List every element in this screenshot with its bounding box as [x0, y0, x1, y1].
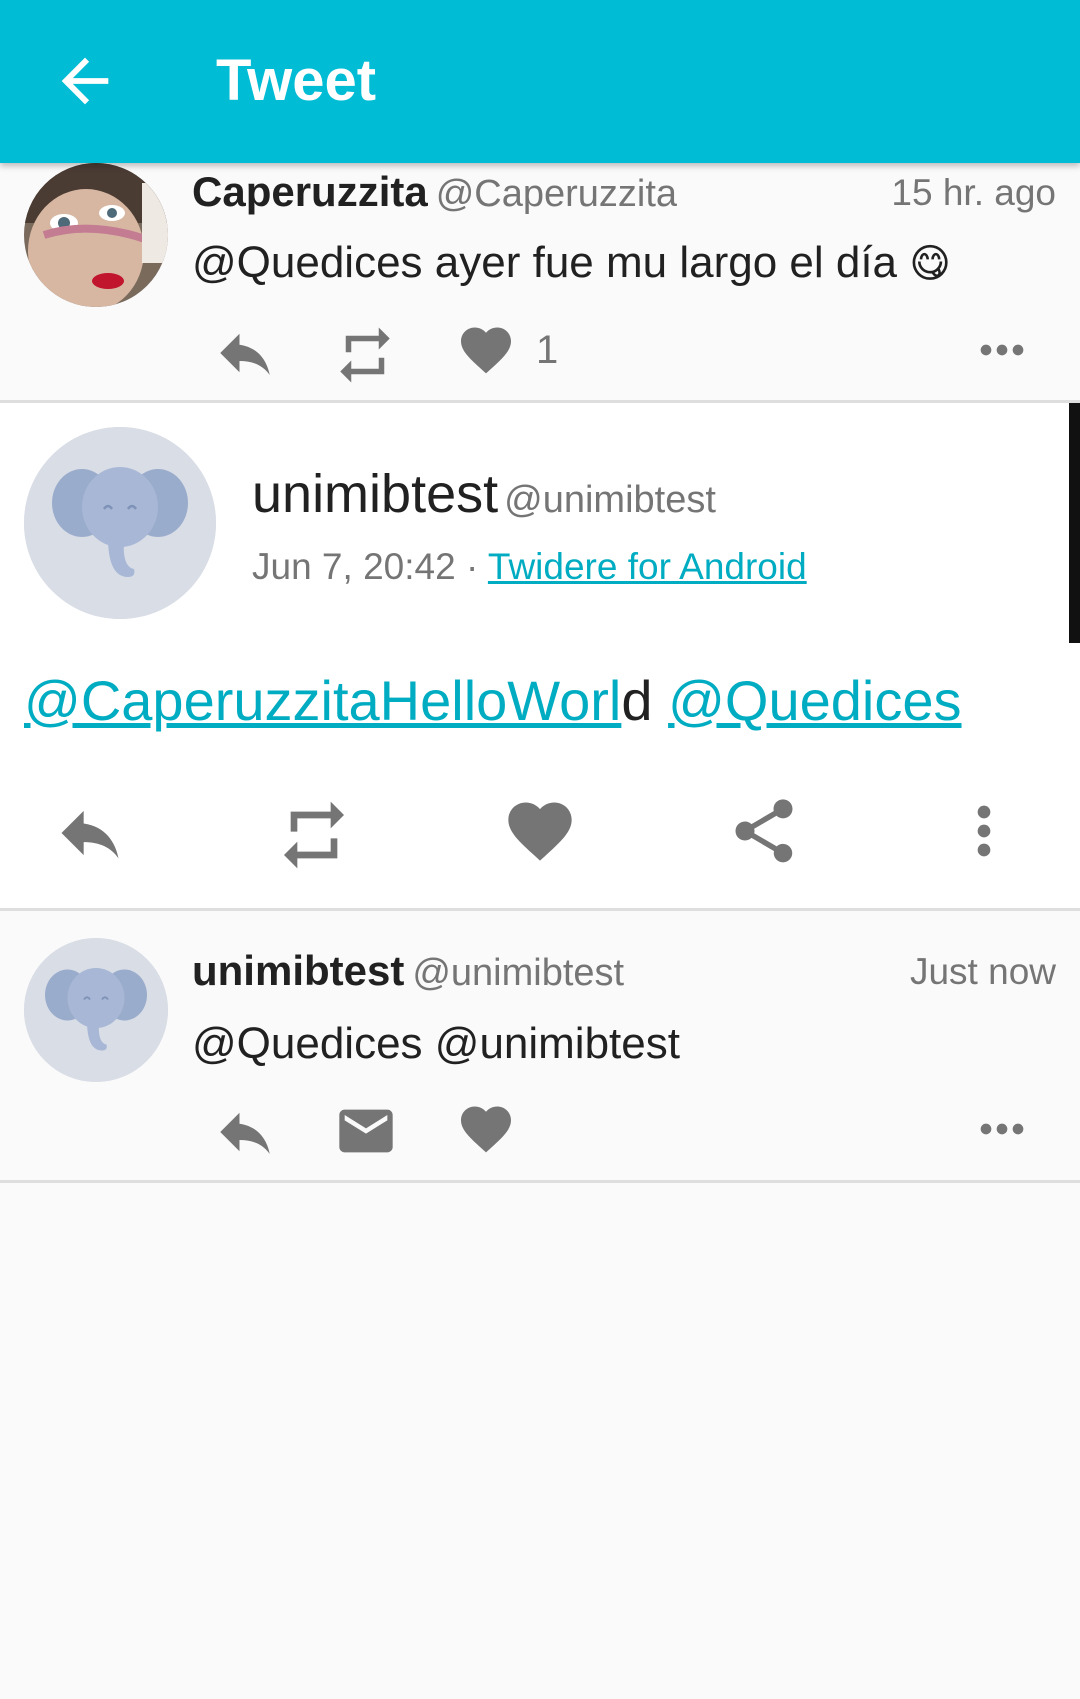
author-display-name: Caperuzzita: [192, 168, 428, 215]
mail-icon: [339, 1109, 393, 1153]
detail-retweet-button[interactable]: [274, 795, 354, 875]
back-button[interactable]: [50, 46, 120, 116]
like-button[interactable]: [456, 1099, 516, 1159]
tweet-row-reply[interactable]: unimibtest @unimibtest Just now @Quedices…: [0, 911, 1080, 1183]
reply-button[interactable]: [212, 1099, 278, 1165]
like-count: 1: [536, 327, 559, 372]
tweet-row-parent[interactable]: Caperuzzita @Caperuzzita 15 hr. ago @Qued…: [0, 150, 1080, 403]
heart-icon: [461, 327, 511, 374]
tweet-detail: unimibtest @unimibtest Jun 7, 20:42 · Twi…: [0, 403, 1080, 911]
avatar-large[interactable]: [24, 427, 216, 619]
tweet-date: Jun 7, 20:42: [252, 546, 456, 587]
author-handle: @Caperuzzita: [435, 173, 678, 215]
more-options-button[interactable]: [970, 1097, 1034, 1161]
more-horiz-icon: [980, 344, 1024, 356]
direct-message-button[interactable]: [334, 1099, 398, 1163]
avatar[interactable]: [24, 938, 168, 1082]
author-name[interactable]: unimibtest @unimibtest: [192, 947, 624, 995]
heart-icon: [508, 802, 572, 861]
detail-more-button[interactable]: [946, 793, 1022, 869]
author-display-name: unimibtest: [192, 947, 405, 994]
source-link[interactable]: Twidere for Android: [488, 546, 807, 587]
tweet-text-space: [653, 669, 669, 732]
meta-separator: ·: [455, 546, 488, 587]
page-title: Tweet: [216, 48, 377, 113]
reply-icon: [220, 333, 270, 375]
heart-icon: [461, 1106, 511, 1153]
tweet-text: @CaperuzzitaHelloWorld @Quedices: [24, 668, 962, 733]
author-display-name: unimibtest: [252, 464, 499, 524]
share-icon: [735, 799, 793, 863]
tweet-text: @Quedices ayer fue mu largo el día 😋: [192, 238, 951, 288]
user-photo-icon: [24, 163, 168, 307]
reply-button[interactable]: [212, 320, 278, 386]
tweet-meta: Jun 7, 20:42 · Twidere for Android: [252, 546, 807, 588]
more-options-button[interactable]: [970, 318, 1034, 382]
like-button[interactable]: 1: [456, 320, 558, 380]
author-handle: @unimibtest: [504, 479, 716, 521]
avatar[interactable]: [24, 163, 168, 307]
arrow-back-icon: [61, 57, 109, 105]
reply-icon: [220, 1112, 270, 1154]
tweet-text-plain: d: [621, 669, 653, 732]
detail-reply-button[interactable]: [52, 795, 128, 871]
default-elephant-avatar-icon: [24, 938, 168, 1082]
scrollbar-thumb[interactable]: [1069, 403, 1080, 643]
default-elephant-avatar-icon: [24, 427, 216, 619]
author-name[interactable]: Caperuzzita @Caperuzzita: [192, 168, 677, 216]
tweet-text: @Quedices @unimibtest: [192, 1019, 680, 1068]
app-bar: Tweet: [0, 0, 1080, 163]
tweet-text-content: @Quedices ayer fue mu largo el día: [192, 238, 898, 287]
reply-icon: [61, 810, 119, 859]
more-vert-icon: [977, 805, 991, 857]
retweet-icon: [284, 801, 344, 869]
mention-link-quedices[interactable]: @Quedices: [668, 669, 961, 732]
retweet-icon: [340, 327, 390, 383]
detail-like-button[interactable]: [502, 793, 578, 869]
tweet-time: Just now: [909, 951, 1056, 992]
author-handle: @unimibtest: [412, 952, 625, 994]
more-horiz-icon: [980, 1123, 1024, 1135]
retweet-button[interactable]: [332, 322, 398, 388]
tweet-time: 15 hr. ago: [891, 172, 1056, 213]
emoji: 😋: [909, 242, 951, 286]
mention-link-caperuzzita[interactable]: @CaperuzzitaHelloWorl: [24, 669, 621, 732]
author-name[interactable]: unimibtest @unimibtest: [252, 463, 716, 525]
detail-share-button[interactable]: [726, 793, 802, 869]
